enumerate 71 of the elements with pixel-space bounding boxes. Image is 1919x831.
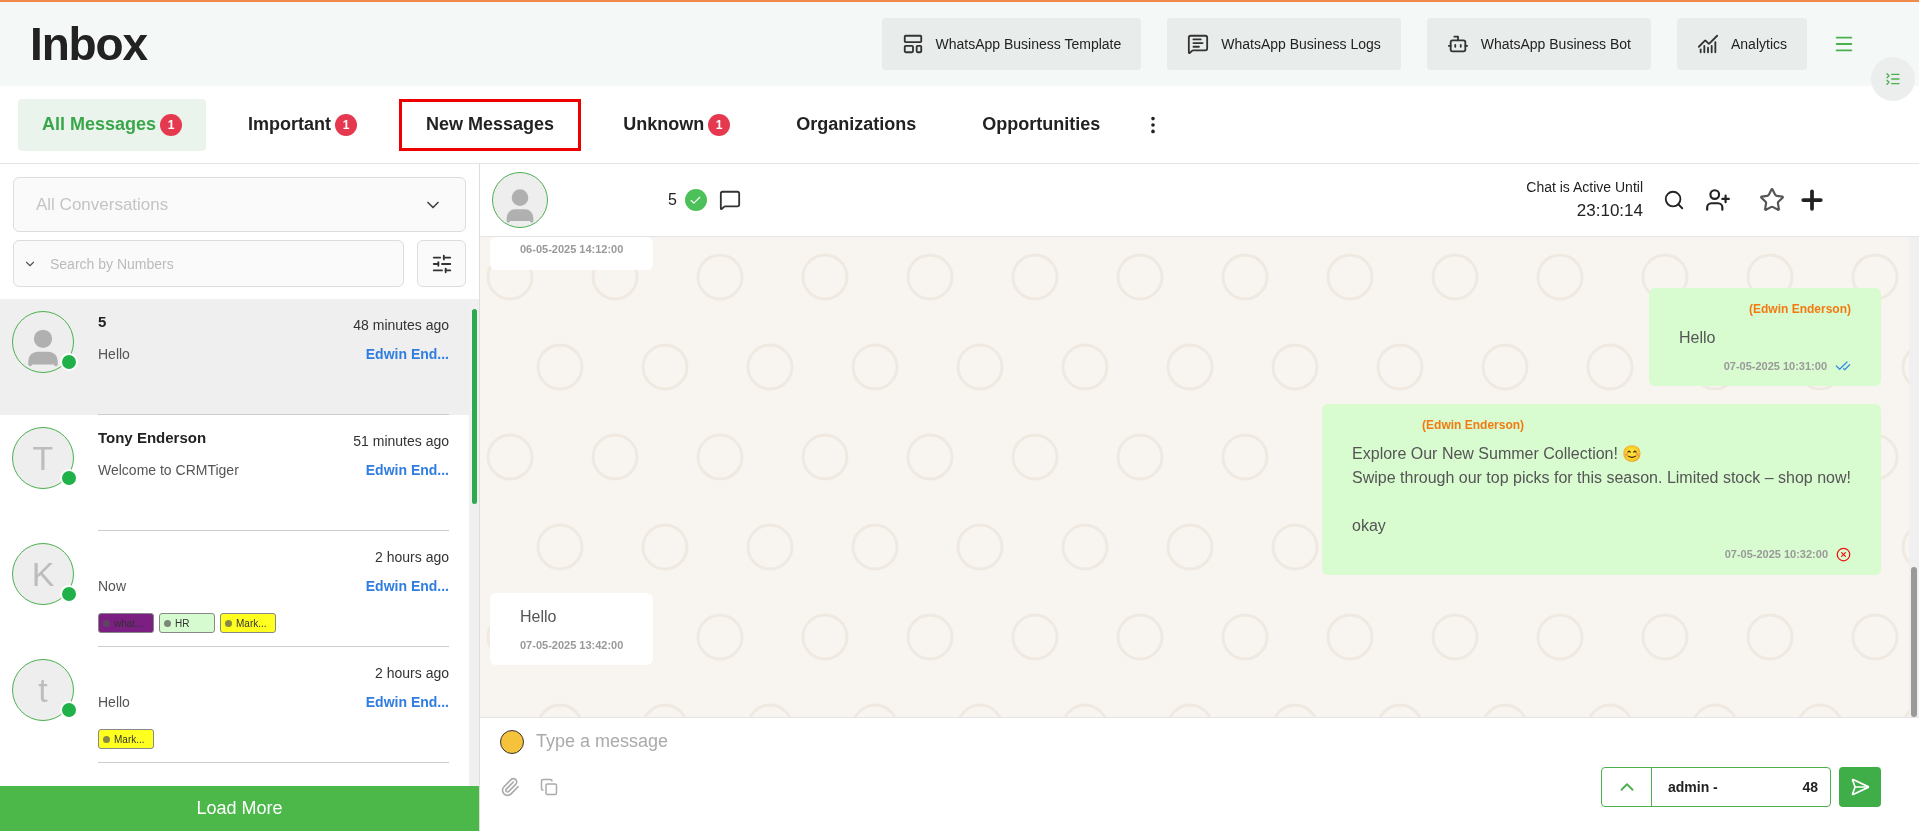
tag: Mark... [220,613,276,633]
scrollbar[interactable] [469,299,479,786]
contact-name: 5 [98,312,107,332]
sender-name: (Edwin Enderson) [1748,300,1851,318]
tab[interactable]: New Messages [399,98,582,151]
tab[interactable]: Unknown 1 [599,98,755,151]
agent-name[interactable]: Edwin End... [365,692,449,713]
header-button[interactable]: WhatsApp Business Bot [1426,18,1651,70]
message-preview: Hello [98,345,130,364]
message-text: Swipe through our top picks for this season. Limited stock – shop now! [1352,468,1851,488]
header-button[interactable]: WhatsApp Business Logs [1167,18,1401,70]
agent-name[interactable]: Edwin End... [365,344,449,365]
robot-icon [1446,33,1469,55]
add-user-icon[interactable] [1705,187,1731,213]
send-icon [1850,777,1870,797]
verified-icon [684,189,707,211]
search-field[interactable]: Search by Numbers [13,240,404,287]
message-time: 07-05-2025 10:32:00 [1724,547,1828,562]
message-preview: Hello [98,693,130,712]
collapse-icon [1885,71,1901,87]
message-preview: Welcome to CRMTiger [98,461,239,480]
time-ago: 2 hours ago [375,548,449,567]
count-badge: 1 [160,113,183,136]
agent-name[interactable]: Edwin End... [365,576,449,597]
message-time: 06-05-2025 14:12:00 [520,242,624,257]
send-button[interactable] [1839,767,1881,807]
time-ago: 48 minutes ago [353,316,449,335]
chat-icon [1187,33,1210,55]
chat-active-time: 23:10:14 [1576,199,1643,222]
header-button[interactable]: WhatsApp Business Template [881,18,1142,70]
time-ago: 2 hours ago [375,664,449,683]
sender-name: (Edwin Enderson) [1421,417,1526,434]
chat-active-label: Chat is Active Until [1526,177,1643,197]
layout-icon [901,33,924,55]
contact-name: 5 [668,190,677,210]
message-text: Explore Our New Summer Collection! 😊 [1352,444,1644,464]
count-badge: 1 [708,113,731,136]
avatar [492,172,548,228]
time-ago: 51 minutes ago [353,432,449,451]
tag: HR [159,613,215,633]
tab[interactable]: All Messages 1 [18,98,207,151]
scrollbar[interactable] [1909,237,1919,717]
message-text: Hello [520,606,558,627]
tag: Mark... [98,729,154,749]
count-badge: 1 [335,113,358,136]
header-button[interactable]: Analytics [1676,18,1807,70]
emoji-icon[interactable] [500,729,524,754]
message-preview: Now [98,577,126,596]
message-text: Hello [1679,327,1717,348]
star-icon[interactable] [1759,187,1785,213]
tab[interactable]: Opportunities [958,98,1125,151]
chat-user-icon[interactable] [718,189,741,211]
message-time: 07-05-2025 10:31:00 [1723,358,1827,374]
tab[interactable]: Organizations [772,98,941,151]
agent-name[interactable]: Edwin End... [365,460,449,481]
message-input[interactable]: Type a message [536,728,1899,755]
conversation-item[interactable]: 5 48 minutes ago Hello Edwin End... [0,299,469,415]
user-name: admin - [1668,777,1718,797]
error-icon [1836,546,1851,562]
user-number: 48 [1802,777,1818,797]
chart-icon [1696,33,1719,55]
contact-name: Tony Enderson [98,428,207,448]
page-title: Inbox [30,16,147,72]
tab[interactable]: Important 1 [224,98,382,151]
message-time: 07-05-2025 13:42:00 [520,637,624,653]
message-text: okay [1352,516,1387,536]
tag: what... [98,613,154,633]
filter-button[interactable] [417,240,466,287]
user-select[interactable]: admin - 48 [1601,767,1831,807]
filter-icon [430,252,453,275]
search-icon[interactable] [1663,189,1685,211]
